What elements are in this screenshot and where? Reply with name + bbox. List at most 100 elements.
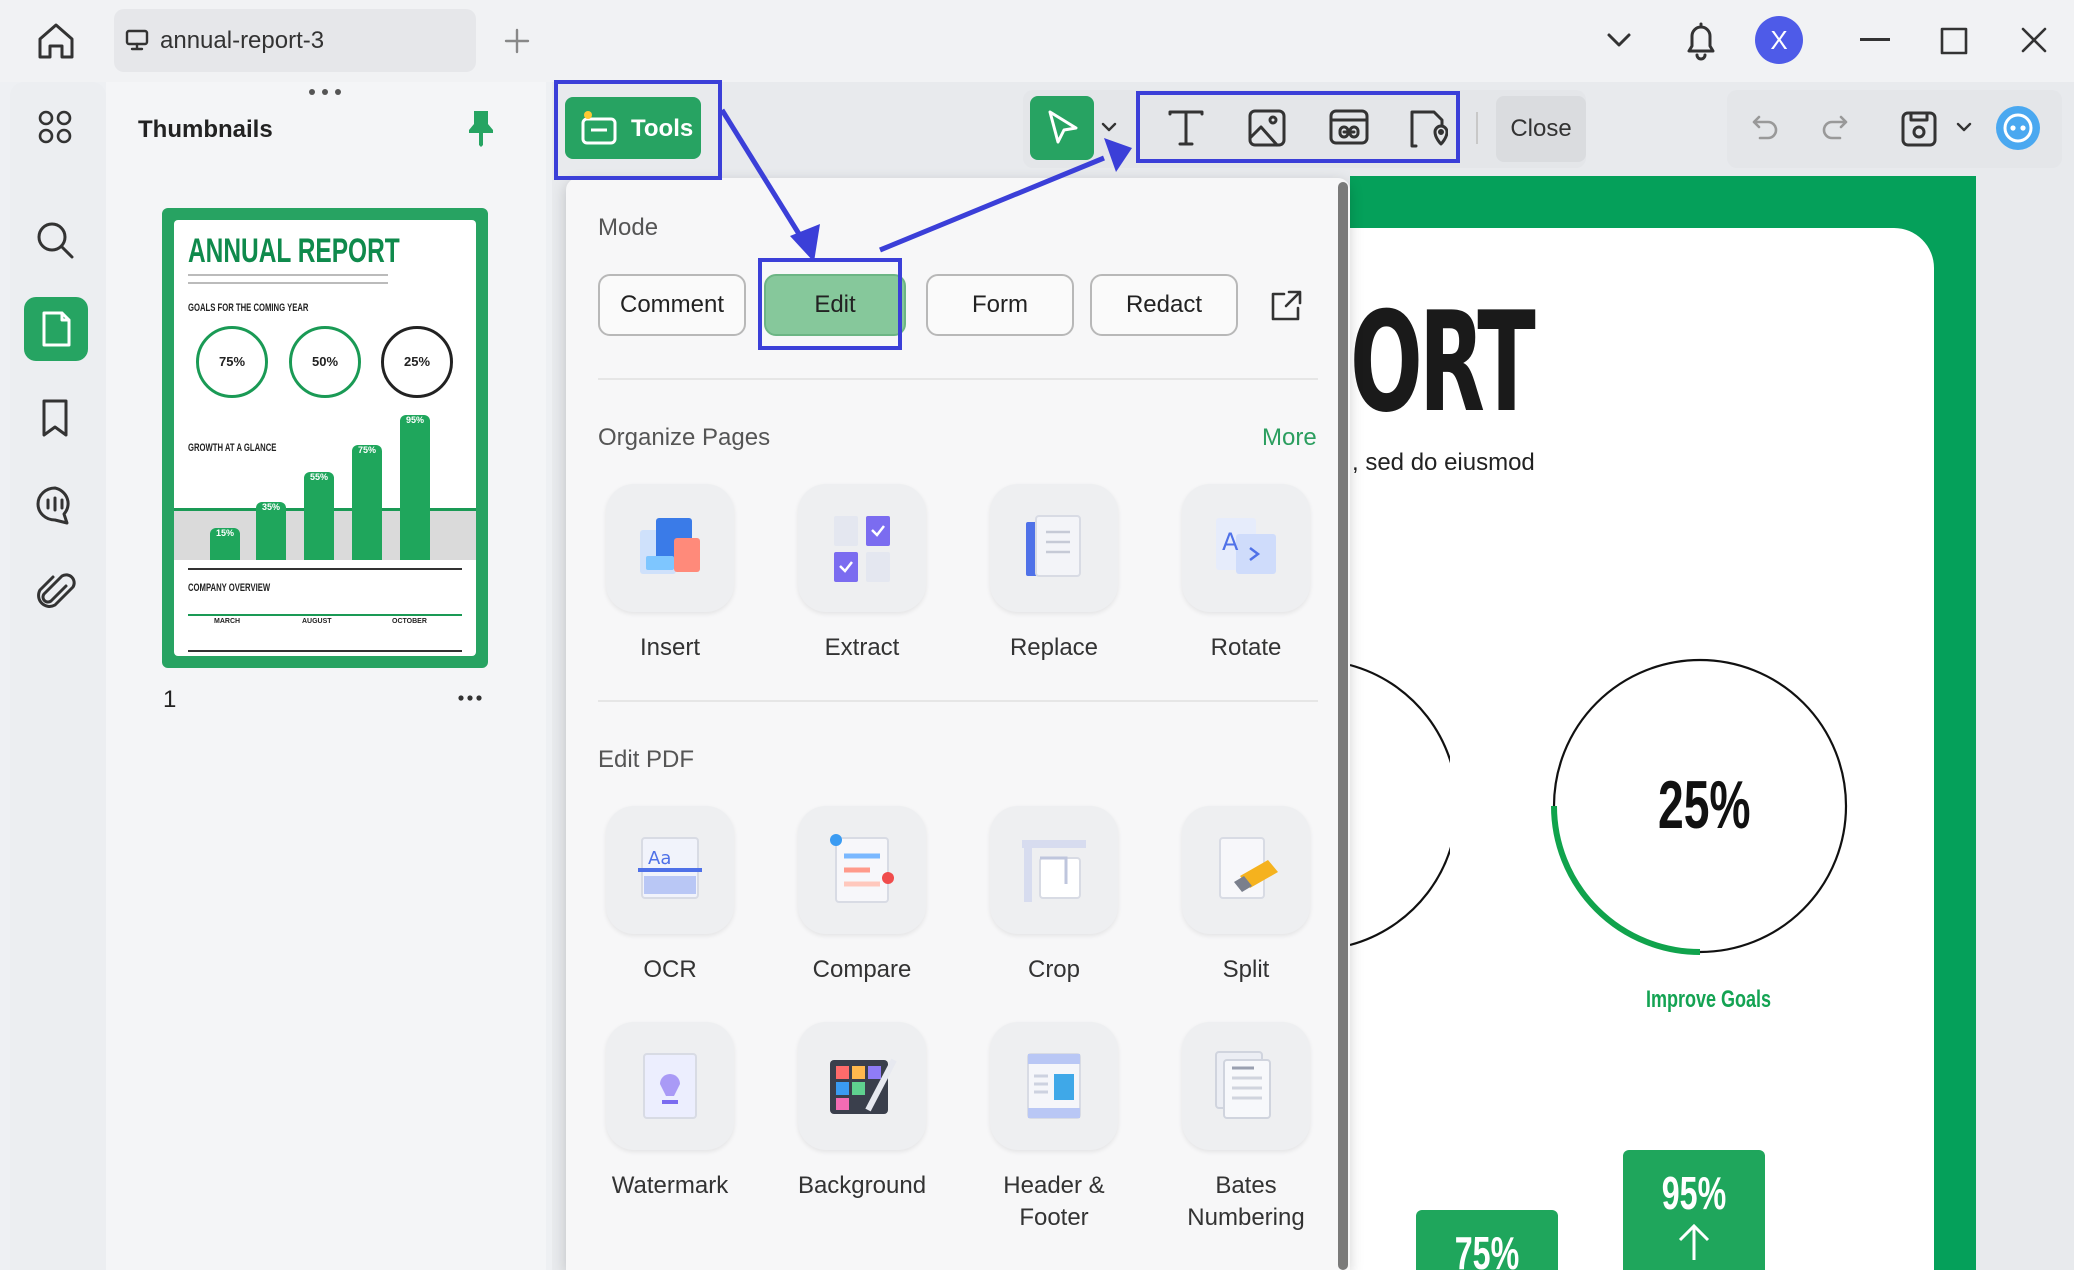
redo-icon[interactable] bbox=[1820, 112, 1850, 142]
insert-icon bbox=[640, 518, 700, 574]
crop-tool[interactable]: Crop bbox=[964, 806, 1144, 986]
header-footer-tool[interactable]: Header & Footer bbox=[964, 1022, 1144, 1234]
open-external-icon[interactable] bbox=[1268, 288, 1304, 324]
svg-text:Aa: Aa bbox=[648, 848, 671, 869]
crop-tile[interactable] bbox=[990, 806, 1118, 934]
page-number: 1 bbox=[163, 686, 177, 713]
edit-pdf-heading: Edit PDF bbox=[598, 746, 695, 773]
background-label: Background bbox=[797, 1172, 927, 1199]
growth-bar-tall: 95% bbox=[1623, 1150, 1765, 1270]
thumbnail-title: ANNUAL REPORT bbox=[188, 232, 400, 270]
attachment-icon[interactable] bbox=[36, 570, 76, 614]
pin-icon[interactable] bbox=[466, 108, 496, 148]
rotate-tool[interactable]: A Rotate bbox=[1156, 484, 1336, 664]
bates-numbering-tile[interactable] bbox=[1182, 1022, 1310, 1150]
growth-bar-short: 75% bbox=[1416, 1210, 1558, 1270]
rotate-icon: A bbox=[1216, 518, 1276, 574]
split-tile[interactable] bbox=[1182, 806, 1310, 934]
header-footer-icon bbox=[1027, 1053, 1081, 1119]
save-dropdown-icon[interactable] bbox=[1956, 121, 1972, 133]
replace-tool[interactable]: Replace bbox=[964, 484, 1144, 664]
maximize-icon[interactable] bbox=[1940, 27, 1968, 55]
thumbnails-title: Thumbnails bbox=[138, 116, 273, 143]
header-footer-tile[interactable] bbox=[990, 1022, 1118, 1150]
svg-text:A: A bbox=[1222, 528, 1239, 556]
thumbnail-bar: 95% bbox=[400, 415, 430, 560]
background-icon bbox=[830, 1058, 897, 1114]
new-tab-icon[interactable] bbox=[504, 28, 530, 54]
split-tool[interactable]: Split bbox=[1156, 806, 1336, 986]
resize-handle-icon[interactable] bbox=[308, 88, 342, 96]
tab-title: annual-report-3 bbox=[160, 27, 325, 54]
watermark-icon bbox=[643, 1053, 697, 1119]
divider bbox=[598, 378, 1318, 380]
document-subtitle: , sed do eiusmod bbox=[1352, 449, 1535, 476]
insert-tool[interactable]: Insert bbox=[580, 484, 760, 664]
header-footer-label: Header & Footer bbox=[1003, 1172, 1105, 1231]
thumbnail-goals-heading: GOALS FOR THE COMING YEAR bbox=[188, 302, 309, 314]
bates-numbering-icon bbox=[1215, 1051, 1271, 1119]
bookmark-icon[interactable] bbox=[40, 398, 70, 438]
page-thumbnail[interactable]: ANNUAL REPORT GOALS FOR THE COMING YEAR … bbox=[162, 208, 488, 668]
toolbar-divider bbox=[1476, 112, 1478, 144]
bates-numbering-tool[interactable]: Bates Numbering bbox=[1156, 1022, 1336, 1234]
extract-tool[interactable]: Extract bbox=[772, 484, 952, 664]
insert-tile[interactable] bbox=[606, 484, 734, 612]
apps-grid-icon[interactable] bbox=[37, 109, 73, 145]
thumbnail-milestone: OCTOBER bbox=[392, 618, 427, 625]
watermark-tool[interactable]: Watermark bbox=[580, 1022, 760, 1202]
highlight-edit-tools bbox=[1136, 91, 1460, 163]
thumbnail-goal-circle: 25% bbox=[381, 326, 453, 398]
chevron-down-icon[interactable] bbox=[1606, 30, 1632, 50]
ocr-label: OCR bbox=[643, 956, 697, 983]
close-edit-button[interactable]: Close bbox=[1496, 96, 1586, 162]
close-window-icon[interactable] bbox=[2020, 26, 2048, 54]
extract-tile[interactable] bbox=[798, 484, 926, 612]
extract-label: Extract bbox=[824, 634, 900, 661]
avatar[interactable]: X bbox=[1755, 16, 1803, 64]
ocr-icon: Aa bbox=[638, 837, 702, 899]
thumbnail-overview-heading: COMPANY OVERVIEW bbox=[188, 582, 271, 594]
dropdown-scrollbar[interactable] bbox=[1338, 182, 1348, 1270]
insert-label: Insert bbox=[639, 634, 701, 661]
search-icon[interactable] bbox=[35, 220, 75, 260]
thumbnail-bar: 75% bbox=[352, 445, 382, 560]
crop-icon bbox=[1022, 840, 1086, 902]
minimize-icon[interactable] bbox=[1860, 38, 1890, 42]
save-icon[interactable] bbox=[1900, 108, 1938, 148]
thumbnail-divider bbox=[188, 568, 462, 570]
replace-icon bbox=[1026, 515, 1081, 577]
bell-icon[interactable] bbox=[1683, 20, 1719, 62]
watermark-tile[interactable] bbox=[606, 1022, 734, 1150]
monitor-icon bbox=[125, 29, 149, 51]
organize-pages-heading: Organize Pages bbox=[598, 424, 771, 451]
thumbnail-goal-circle: 75% bbox=[196, 326, 268, 398]
thumbnail-goal-circle: 50% bbox=[289, 326, 361, 398]
thumbnail-footer-line bbox=[188, 650, 462, 652]
ai-assistant-icon[interactable] bbox=[1994, 104, 2042, 152]
undo-icon[interactable] bbox=[1750, 112, 1780, 142]
more-link[interactable]: More bbox=[1262, 424, 1317, 452]
more-options-icon[interactable] bbox=[458, 694, 482, 702]
thumbnail-growth-heading: GROWTH AT A GLANCE bbox=[188, 442, 277, 454]
watermark-label: Watermark bbox=[611, 1172, 729, 1199]
split-icon bbox=[1219, 837, 1278, 899]
highlight-tools-button bbox=[554, 80, 722, 180]
background-tile[interactable] bbox=[798, 1022, 926, 1150]
thumbnail-milestone: AUGUST bbox=[302, 618, 332, 625]
home-icon[interactable] bbox=[35, 20, 77, 62]
ocr-tile[interactable]: Aa bbox=[606, 806, 734, 934]
thumbnails-nav-button[interactable] bbox=[24, 297, 88, 361]
rotate-tile[interactable]: A bbox=[1182, 484, 1310, 612]
background-tool[interactable]: Background bbox=[772, 1022, 952, 1202]
compare-tool[interactable]: Compare bbox=[772, 806, 952, 986]
document-title: ORT bbox=[1350, 282, 1536, 443]
thumbnail-timeline bbox=[188, 614, 462, 616]
growth-bar-short-value: 75% bbox=[1454, 1227, 1520, 1270]
compare-tile[interactable] bbox=[798, 806, 926, 934]
ocr-tool[interactable]: Aa OCR bbox=[580, 806, 760, 986]
replace-tile[interactable] bbox=[990, 484, 1118, 612]
thumbnail-bar: 15% bbox=[210, 528, 240, 560]
comment-icon[interactable] bbox=[33, 483, 77, 527]
thumbnail-intro-text bbox=[188, 274, 388, 284]
